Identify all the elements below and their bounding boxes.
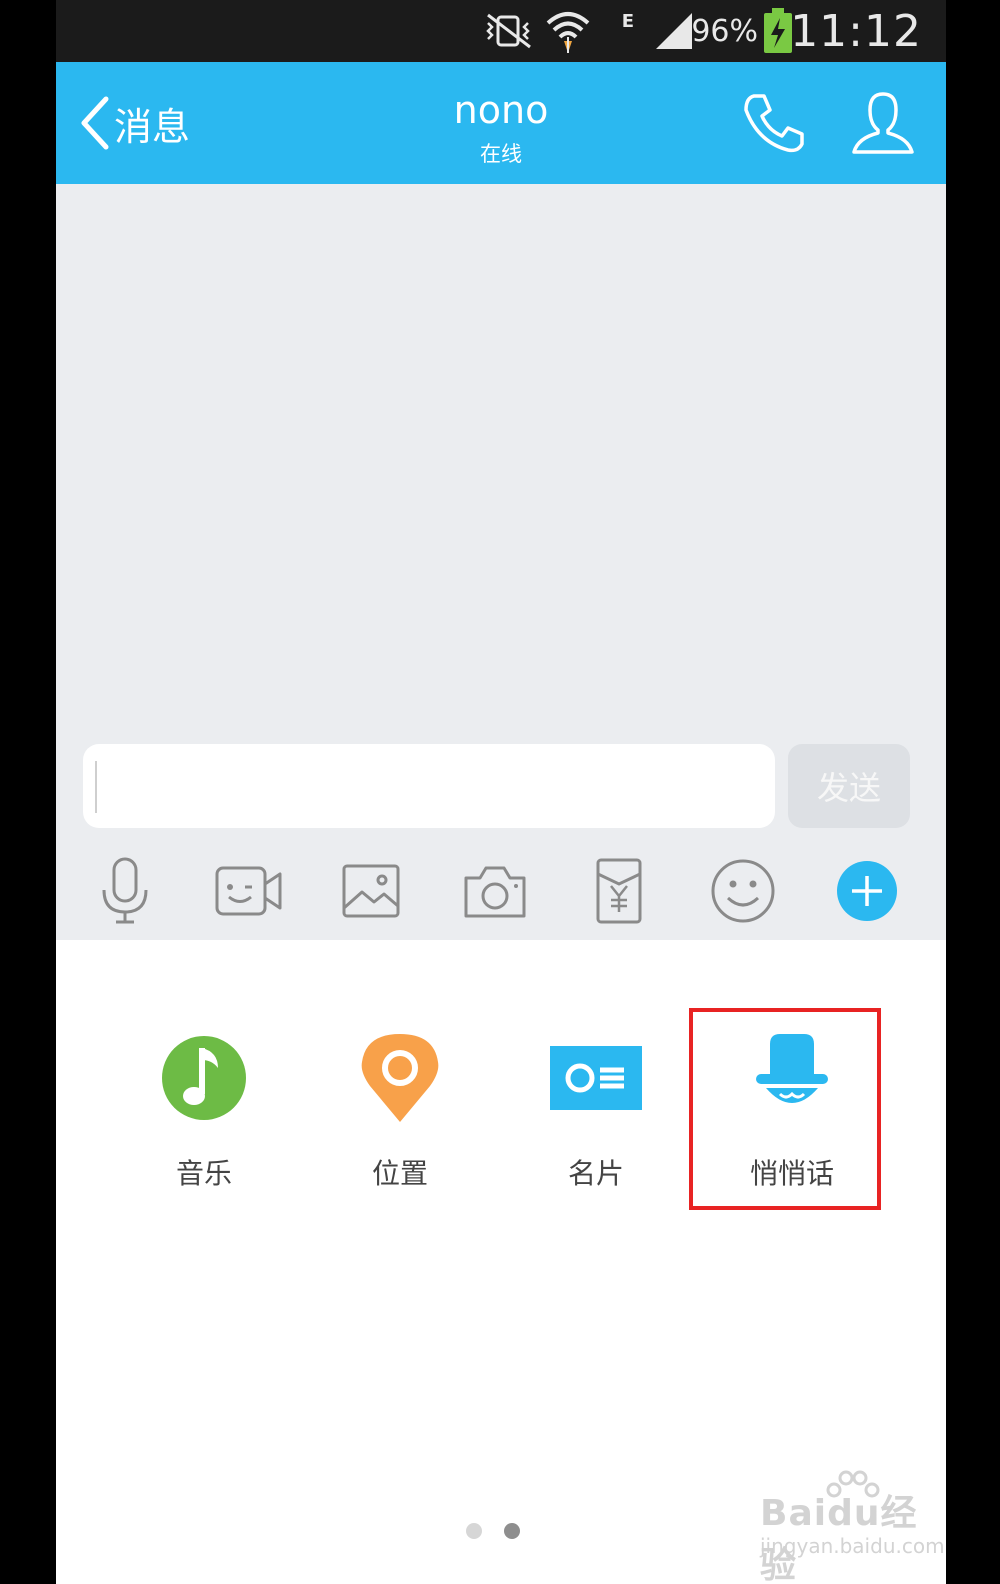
panel-item-business-card[interactable]: 名片 xyxy=(516,1026,676,1196)
page-indicator-dot-active[interactable] xyxy=(504,1523,520,1539)
contact-status: 在线 xyxy=(480,142,522,166)
battery-percent: 96% xyxy=(691,13,758,49)
more-functions-panel: 音乐 位置 名片 悄悄话 Baidu经验 jingyan.baidu.com xyxy=(56,940,946,1584)
send-button[interactable]: 发送 xyxy=(788,744,910,828)
wifi-icon xyxy=(544,0,592,62)
phone-screen: E 96% 11:12 消息 nono 在线 发送 音乐 位置 名片 悄悄话 B… xyxy=(56,0,946,1584)
panel-item-label: 音乐 xyxy=(175,1157,232,1190)
red-envelope-icon[interactable] xyxy=(584,856,654,926)
panel-item-label: 位置 xyxy=(371,1157,428,1190)
status-bar: E 96% 11:12 xyxy=(56,0,946,62)
clock: 11:12 xyxy=(790,5,922,57)
chat-area: 发送 xyxy=(56,184,946,940)
emoji-icon[interactable] xyxy=(708,856,778,926)
panel-item-music[interactable]: 音乐 xyxy=(124,1026,284,1196)
signal-icon xyxy=(654,0,694,62)
chat-header: 消息 nono 在线 xyxy=(56,62,946,184)
phone-icon[interactable] xyxy=(740,90,806,156)
camera-icon[interactable] xyxy=(460,856,530,926)
panel-item-location[interactable]: 位置 xyxy=(320,1026,480,1196)
video-chat-icon[interactable] xyxy=(214,856,284,926)
plus-icon[interactable] xyxy=(832,856,902,926)
text-caret xyxy=(95,761,97,813)
baidu-watermark: Baidu经验 jingyan.baidu.com xyxy=(756,1468,945,1584)
business-card-icon xyxy=(550,1046,642,1110)
page-indicator-dot[interactable] xyxy=(466,1523,482,1539)
network-type-indicator: E xyxy=(621,10,634,32)
message-input[interactable] xyxy=(83,744,775,828)
panel-item-label: 名片 xyxy=(567,1157,624,1190)
profile-icon[interactable] xyxy=(850,90,916,156)
location-icon xyxy=(361,1034,439,1122)
highlight-box xyxy=(689,1008,881,1210)
mute-vibrate-icon xyxy=(484,0,534,62)
battery-charging-icon xyxy=(762,0,794,62)
image-icon[interactable] xyxy=(336,856,406,926)
watermark-sub: jingyan.baidu.com xyxy=(760,1534,945,1558)
music-icon xyxy=(162,1036,246,1120)
microphone-icon[interactable] xyxy=(90,856,160,926)
contact-name: nono xyxy=(453,88,549,132)
